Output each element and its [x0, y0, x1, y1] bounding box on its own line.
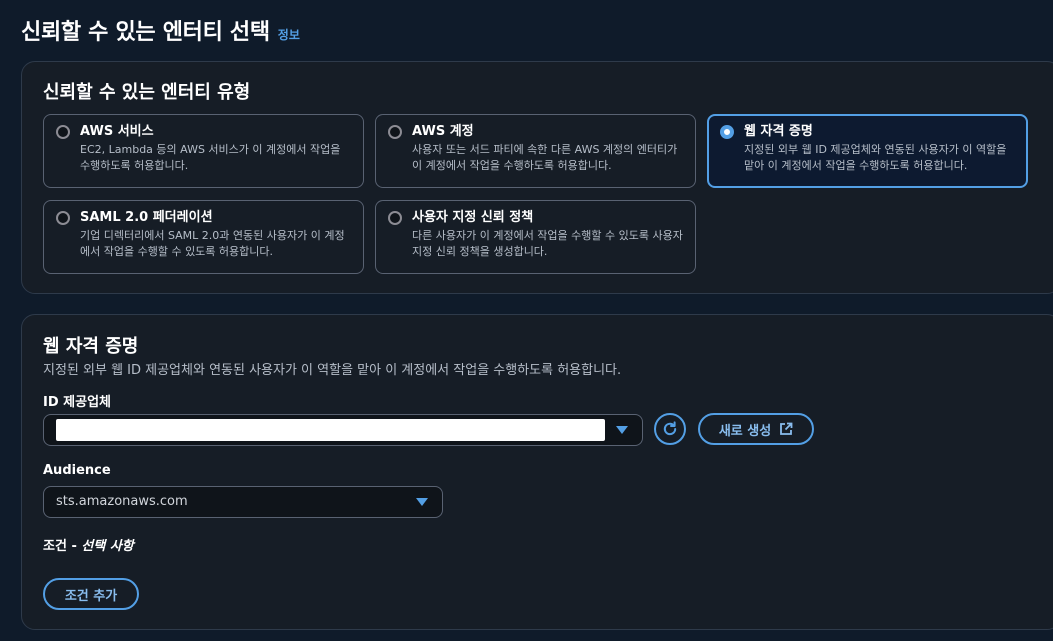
- option-custom-trust-policy[interactable]: 사용자 지정 신뢰 정책 다른 사용자가 이 계정에서 작업을 수행할 수 있도…: [375, 200, 696, 274]
- chevron-down-icon: [416, 498, 428, 506]
- provider-label: ID 제공업체: [43, 395, 111, 410]
- option-label: 사용자 지정 신뢰 정책: [412, 210, 534, 225]
- option-label: SAML 2.0 페더레이션: [80, 210, 213, 225]
- radio-icon[interactable]: [720, 125, 734, 139]
- provider-select[interactable]: [43, 414, 643, 446]
- refresh-button[interactable]: [654, 413, 686, 445]
- entity-type-panel: 신뢰할 수 있는 엔터티 유형 AWS 서비스 EC2, Lambda 등의 A…: [21, 61, 1053, 294]
- page-title: 신뢰할 수 있는 엔터티 선택: [21, 20, 270, 45]
- condition-optional: 선택 사항: [81, 539, 134, 554]
- option-description: EC2, Lambda 등의 AWS 서비스가 이 계정에서 작업을 수행하도록…: [80, 143, 341, 172]
- option-description: 사용자 또는 서드 파티에 속한 다른 AWS 계정의 엔터티가 이 계정에서 …: [412, 143, 678, 172]
- web-identity-description: 지정된 외부 웹 ID 제공업체와 연동된 사용자가 이 역할을 맡아 이 계정…: [43, 363, 622, 378]
- option-aws-account[interactable]: AWS 계정 사용자 또는 서드 파티에 속한 다른 AWS 계정의 엔터티가 …: [375, 114, 696, 188]
- web-identity-panel: 웹 자격 증명 지정된 외부 웹 ID 제공업체와 연동된 사용자가 이 역할을…: [21, 314, 1053, 630]
- option-label: AWS 계정: [412, 124, 474, 139]
- entity-type-heading: 신뢰할 수 있는 엔터티 유형: [43, 82, 251, 103]
- option-aws-service[interactable]: AWS 서비스 EC2, Lambda 등의 AWS 서비스가 이 계정에서 작…: [43, 114, 364, 188]
- add-condition-label: 조건 추가: [64, 588, 118, 604]
- radio-icon[interactable]: [388, 211, 402, 225]
- audience-value: sts.amazonaws.com: [56, 494, 188, 509]
- condition-label-text: 조건 -: [43, 539, 82, 554]
- radio-icon[interactable]: [388, 125, 402, 139]
- option-web-identity[interactable]: 웹 자격 증명 지정된 외부 웹 ID 제공업체와 연동된 사용자가 이 역할을…: [707, 114, 1028, 188]
- refresh-icon: [663, 421, 677, 436]
- option-label: AWS 서비스: [80, 124, 154, 139]
- option-saml-federation[interactable]: SAML 2.0 페더레이션 기업 디렉터리에서 SAML 2.0과 연동된 사…: [43, 200, 364, 274]
- condition-label: 조건 - 선택 사항: [43, 535, 134, 554]
- radio-icon[interactable]: [56, 211, 70, 225]
- web-identity-heading: 웹 자격 증명: [43, 336, 139, 357]
- radio-icon[interactable]: [56, 125, 70, 139]
- option-description: 다른 사용자가 이 계정에서 작업을 수행할 수 있도록 사용자 지정 신뢰 정…: [412, 229, 683, 258]
- audience-select[interactable]: sts.amazonaws.com: [43, 486, 443, 518]
- option-description: 기업 디렉터리에서 SAML 2.0과 연동된 사용자가 이 계정에서 작업을 …: [80, 229, 345, 258]
- provider-value: [56, 419, 605, 441]
- page-header: 신뢰할 수 있는 엔터티 선택 정보: [21, 14, 300, 46]
- create-new-label: 새로 생성: [718, 423, 772, 439]
- audience-label: Audience: [43, 463, 111, 478]
- external-link-icon: [780, 422, 793, 435]
- option-label: 웹 자격 증명: [744, 124, 813, 139]
- option-description: 지정된 외부 웹 ID 제공업체와 연동된 사용자가 이 역할을 맡아 이 계정…: [744, 143, 1007, 172]
- chevron-down-icon: [616, 426, 628, 434]
- info-link[interactable]: 정보: [278, 26, 300, 43]
- create-new-button[interactable]: 새로 생성: [698, 413, 814, 445]
- add-condition-button[interactable]: 조건 추가: [43, 578, 139, 610]
